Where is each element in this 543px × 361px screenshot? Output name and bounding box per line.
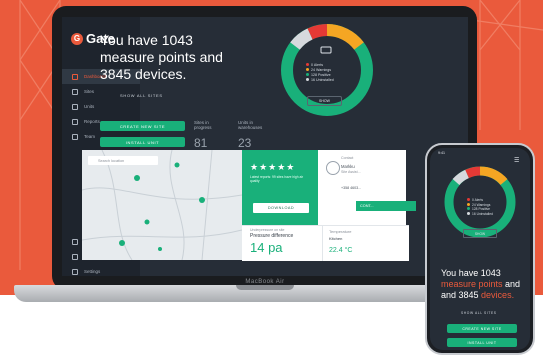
sites-in-progress-value: 81	[194, 136, 208, 150]
router-icon	[320, 46, 332, 54]
reports-icon	[72, 118, 78, 125]
sites-icon	[72, 88, 78, 95]
alert-dot-icon	[306, 63, 309, 66]
phone-show-all-sites-link[interactable]: SHOW ALL SITES	[461, 311, 497, 315]
contact-role: Site Assist...	[341, 170, 361, 174]
rating-stars: ★★★★★	[250, 162, 296, 172]
legend-item: 16 Uninstalled	[467, 211, 493, 217]
alert-dot-icon	[467, 198, 470, 201]
uninstalled-dot-icon	[467, 211, 470, 215]
hero-headline: You have 1043 measure points and 3845 de…	[100, 32, 240, 83]
donut-ring-alerts	[307, 24, 328, 40]
team-icon	[72, 133, 78, 140]
headline-line: and 3845 devices.	[441, 290, 515, 300]
phone-ring-alerts	[465, 166, 481, 179]
download-button[interactable]: DOWNLOAD	[253, 203, 309, 213]
phone-status-legend: 0 Alerts 24 Warnings 128 Positive 16 Uni…	[467, 198, 493, 216]
headline-line: 3845 devices.	[100, 66, 187, 82]
phone-headline: You have 1043 measure points and and 384…	[441, 268, 531, 301]
warning-dot-icon	[467, 202, 470, 206]
sidebar-item-label: Sites	[84, 89, 95, 94]
dashboard-icon	[72, 73, 78, 80]
positive-dot-icon	[306, 73, 309, 76]
legend-item: 16 Uninstalled	[306, 78, 334, 83]
units-icon	[72, 103, 78, 110]
pressure-value: 14 pa	[250, 240, 283, 255]
contact-phone: +358 4603...	[341, 186, 362, 190]
contact-name: Markku	[341, 164, 355, 169]
warning-dot-icon	[306, 68, 309, 71]
sites-in-progress-label: Sites in progress	[194, 120, 212, 130]
sidebar-item-label: Reports	[84, 119, 100, 124]
headline-line: measure points and	[441, 279, 521, 289]
phone-status-time: 9:41	[438, 151, 445, 155]
review-text: Latest reports: 99 sites have high air q…	[250, 175, 304, 183]
phone-install-unit-button[interactable]: INSTALL UNIT	[447, 338, 517, 347]
phone-show-button[interactable]: SHOW	[463, 229, 497, 238]
pressure-caption: Underpressure on site	[250, 228, 285, 232]
sites-map[interactable]	[81, 149, 243, 261]
show-status-button[interactable]: SHOW	[307, 96, 342, 106]
laptop-model-label: MacBook Air	[245, 279, 285, 285]
phone-ring-warnings	[479, 166, 508, 186]
avatar	[326, 161, 340, 175]
phone-ring-uninstalled	[452, 169, 469, 186]
laptop-notch	[236, 285, 294, 290]
headline-line: You have 1043	[441, 268, 501, 278]
units-in-warehouses-value: 23	[238, 136, 252, 150]
temperature-caption: Temperature	[329, 229, 352, 234]
temperature-value: 22.4 °C	[329, 247, 353, 254]
units-in-warehouses-label: Units in warehouses	[238, 120, 263, 130]
donut-ring-warnings	[326, 24, 364, 50]
sidebar-item-label: Units	[84, 104, 95, 109]
map-roads	[81, 149, 243, 261]
contact-button[interactable]: CONT...	[356, 201, 416, 211]
gear-icon	[72, 268, 78, 275]
map-search-input[interactable]: Search location	[88, 156, 158, 165]
bell-icon	[72, 238, 78, 245]
headline-line: measure points and	[100, 49, 223, 65]
positive-dot-icon	[467, 207, 470, 210]
contact-label: Contact	[341, 156, 354, 160]
create-new-site-button[interactable]: CREATE NEW SITE	[100, 121, 185, 131]
user-icon	[72, 253, 78, 260]
sidebar-item-units[interactable]: Units	[62, 99, 140, 114]
temperature-title: Kitchen	[329, 236, 343, 241]
install-unit-button[interactable]: INSTALL UNIT	[100, 137, 185, 147]
donut-ring-uninstalled	[290, 28, 313, 50]
pressure-title: Pressure difference	[250, 233, 294, 239]
logo-mark-icon: G	[71, 32, 83, 45]
show-all-sites-link[interactable]: SHOW ALL SITES	[120, 93, 163, 98]
sidebar-item-label: Team	[84, 134, 96, 139]
sidebar-item-settings[interactable]: Settings	[62, 264, 140, 276]
uninstalled-dot-icon	[306, 78, 309, 81]
headline-line: You have 1043	[100, 32, 193, 48]
status-legend: 0 Alerts 24 Warnings 128 Positive 16 Uni…	[306, 63, 334, 83]
sidebar-item-label: Settings	[84, 269, 101, 274]
phone-create-new-site-button[interactable]: CREATE NEW SITE	[447, 324, 517, 333]
